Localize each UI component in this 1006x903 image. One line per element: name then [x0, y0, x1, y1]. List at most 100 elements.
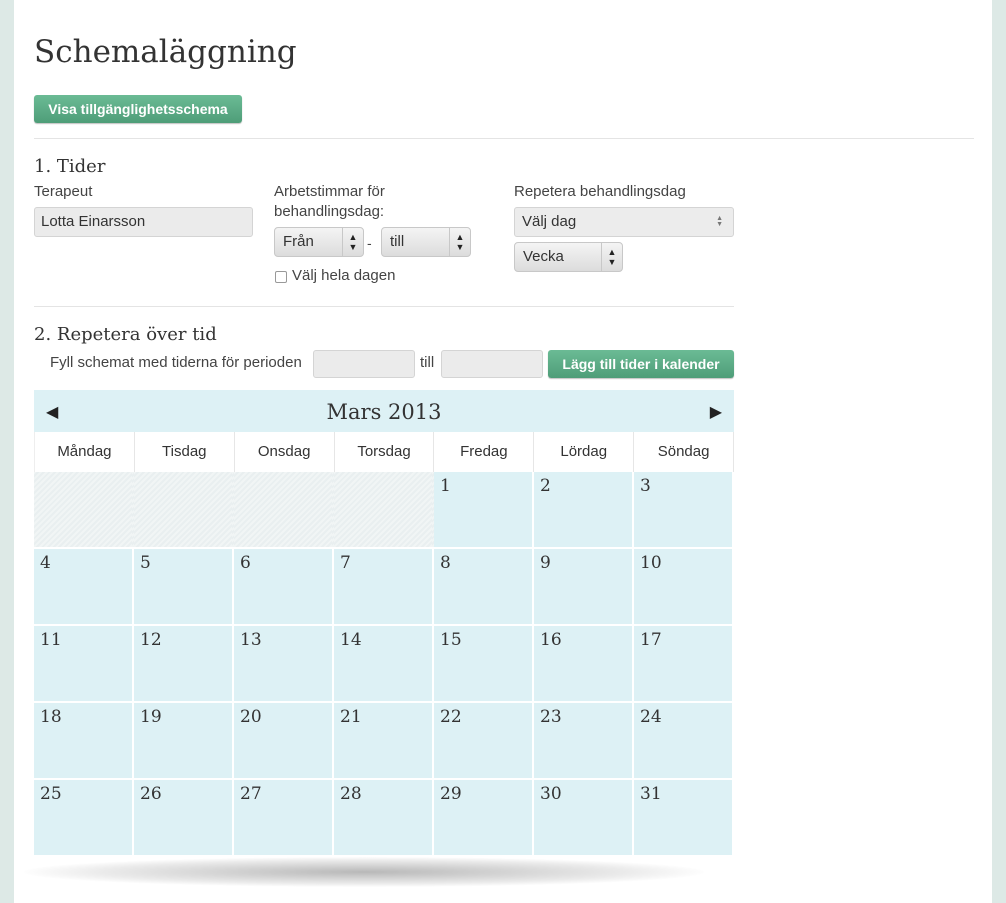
calendar-day-number: 30 [540, 784, 562, 804]
from-time-select[interactable]: Från ▲ ▼ [274, 227, 364, 257]
calendar-day-number: 23 [540, 707, 562, 727]
calendar-day-number: 16 [540, 630, 562, 650]
calendar-day-cell[interactable]: 24 [634, 703, 734, 780]
calendar: ◀ Mars 2013 ▶ Måndag Tisdag Onsdag Torsdag F… [34, 390, 735, 857]
weekday-header: Måndag [35, 432, 135, 472]
calendar-day-number: 13 [240, 630, 262, 650]
select-arrows-icon: ▲ ▼ [342, 228, 363, 256]
calendar-day-number: 24 [640, 707, 662, 727]
calendar-day-cell[interactable]: 17 [634, 626, 734, 703]
therapist-input[interactable]: Lotta Einarsson [34, 207, 253, 237]
calendar-day-cell[interactable]: 5 [134, 549, 234, 626]
calendar-empty-cell [134, 472, 234, 549]
to-time-select-value: till [390, 233, 405, 250]
calendar-day-cell[interactable]: 4 [34, 549, 134, 626]
calendar-day-cell[interactable]: 12 [134, 626, 234, 703]
calendar-empty-cell [234, 472, 334, 549]
weekday-header: Söndag [634, 432, 735, 472]
calendar-day-cell[interactable]: 3 [634, 472, 734, 549]
to-time-select[interactable]: till ▲ ▼ [381, 227, 471, 257]
period-start-input[interactable] [313, 350, 415, 378]
repeat-treatment-day-label: Repetera behandlingsdag [514, 183, 686, 200]
calendar-day-cell[interactable]: 1 [434, 472, 534, 549]
calendar-empty-cell [334, 472, 434, 549]
calendar-month-title: Mars 2013 [326, 400, 442, 424]
show-availability-button[interactable]: Visa tillgänglighetsschema [34, 95, 242, 123]
calendar-day-number: 17 [640, 630, 662, 650]
calendar-day-number: 27 [240, 784, 262, 804]
calendar-day-number: 2 [540, 476, 551, 496]
weekday-header: Torsdag [335, 432, 435, 472]
weekday-header: Lördag [534, 432, 635, 472]
calendar-day-number: 6 [240, 553, 251, 573]
calendar-day-cell[interactable]: 27 [234, 780, 334, 857]
calendar-day-cell[interactable]: 9 [534, 549, 634, 626]
time-separator: - [367, 235, 372, 251]
select-arrows-icon: ▲ ▼ [716, 215, 723, 228]
fill-period-label: Fyll schemat med tiderna för perioden [50, 354, 302, 371]
calendar-day-cell[interactable]: 7 [334, 549, 434, 626]
calendar-day-number: 19 [140, 707, 162, 727]
calendar-day-cell[interactable]: 30 [534, 780, 634, 857]
calendar-day-cell[interactable]: 21 [334, 703, 434, 780]
calendar-day-cell[interactable]: 6 [234, 549, 334, 626]
day-select[interactable]: Välj dag ▲ ▼ [514, 207, 734, 237]
calendar-day-cell[interactable]: 2 [534, 472, 634, 549]
from-time-select-value: Från [283, 233, 314, 250]
calendar-day-cell[interactable]: 15 [434, 626, 534, 703]
calendar-day-cell[interactable]: 29 [434, 780, 534, 857]
select-arrows-icon: ▲ ▼ [449, 228, 470, 256]
period-end-input[interactable] [441, 350, 543, 378]
calendar-day-number: 5 [140, 553, 151, 573]
period-select[interactable]: Vecka ▲ ▼ [514, 242, 623, 272]
divider [34, 306, 734, 307]
calendar-header: ◀ Mars 2013 ▶ [34, 390, 734, 432]
calendar-day-cell[interactable]: 28 [334, 780, 434, 857]
page-title: Schemaläggning [34, 34, 297, 70]
calendar-day-number: 28 [340, 784, 362, 804]
page-container: Schemaläggning Visa tillgänglighetsschem… [14, 0, 992, 903]
add-times-to-calendar-button[interactable]: Lägg till tider i kalender [548, 350, 734, 378]
weekday-header: Fredag [434, 432, 535, 472]
weekday-header: Tisdag [135, 432, 235, 472]
calendar-day-number: 20 [240, 707, 262, 727]
day-select-value: Välj dag [522, 213, 577, 230]
calendar-day-cell[interactable]: 8 [434, 549, 534, 626]
period-select-value: Vecka [523, 248, 564, 265]
calendar-day-number: 14 [340, 630, 362, 650]
calendar-day-cell[interactable]: 31 [634, 780, 734, 857]
next-month-icon[interactable]: ▶ [710, 402, 722, 422]
calendar-day-number: 31 [640, 784, 662, 804]
calendar-day-number: 4 [40, 553, 51, 573]
calendar-shadow [24, 857, 704, 887]
calendar-day-cell[interactable]: 22 [434, 703, 534, 780]
therapist-label: Terapeut [34, 183, 93, 200]
calendar-day-number: 3 [640, 476, 651, 496]
divider [34, 138, 974, 139]
working-hours-label-line2: behandlingsdag: [274, 203, 385, 220]
section-times-heading: 1. Tider [34, 156, 106, 177]
calendar-day-number: 7 [340, 553, 351, 573]
calendar-grid: 1 2 3 4 5 6 7 8 9 10 11 12 13 14 15 16 17 18 19 20 21 22 23 24 2… [34, 472, 734, 857]
calendar-day-number: 10 [640, 553, 662, 573]
section-repeat-heading: 2. Repetera över tid [34, 324, 217, 345]
select-arrows-icon: ▲ ▼ [601, 243, 622, 271]
working-hours-label-line1: Arbetstimmar för [274, 183, 385, 200]
calendar-day-number: 11 [40, 630, 62, 650]
calendar-day-cell[interactable]: 26 [134, 780, 234, 857]
whole-day-checkbox[interactable] [275, 271, 287, 283]
calendar-day-number: 1 [440, 476, 451, 496]
calendar-day-cell[interactable]: 23 [534, 703, 634, 780]
calendar-day-cell[interactable]: 19 [134, 703, 234, 780]
calendar-day-cell[interactable]: 14 [334, 626, 434, 703]
calendar-day-cell[interactable]: 11 [34, 626, 134, 703]
calendar-day-cell[interactable]: 16 [534, 626, 634, 703]
calendar-day-cell[interactable]: 20 [234, 703, 334, 780]
calendar-day-cell[interactable]: 25 [34, 780, 134, 857]
calendar-day-number: 18 [40, 707, 62, 727]
till-label: till [420, 354, 435, 371]
calendar-day-cell[interactable]: 13 [234, 626, 334, 703]
calendar-day-number: 21 [340, 707, 362, 727]
calendar-day-cell[interactable]: 18 [34, 703, 134, 780]
calendar-day-cell[interactable]: 10 [634, 549, 734, 626]
